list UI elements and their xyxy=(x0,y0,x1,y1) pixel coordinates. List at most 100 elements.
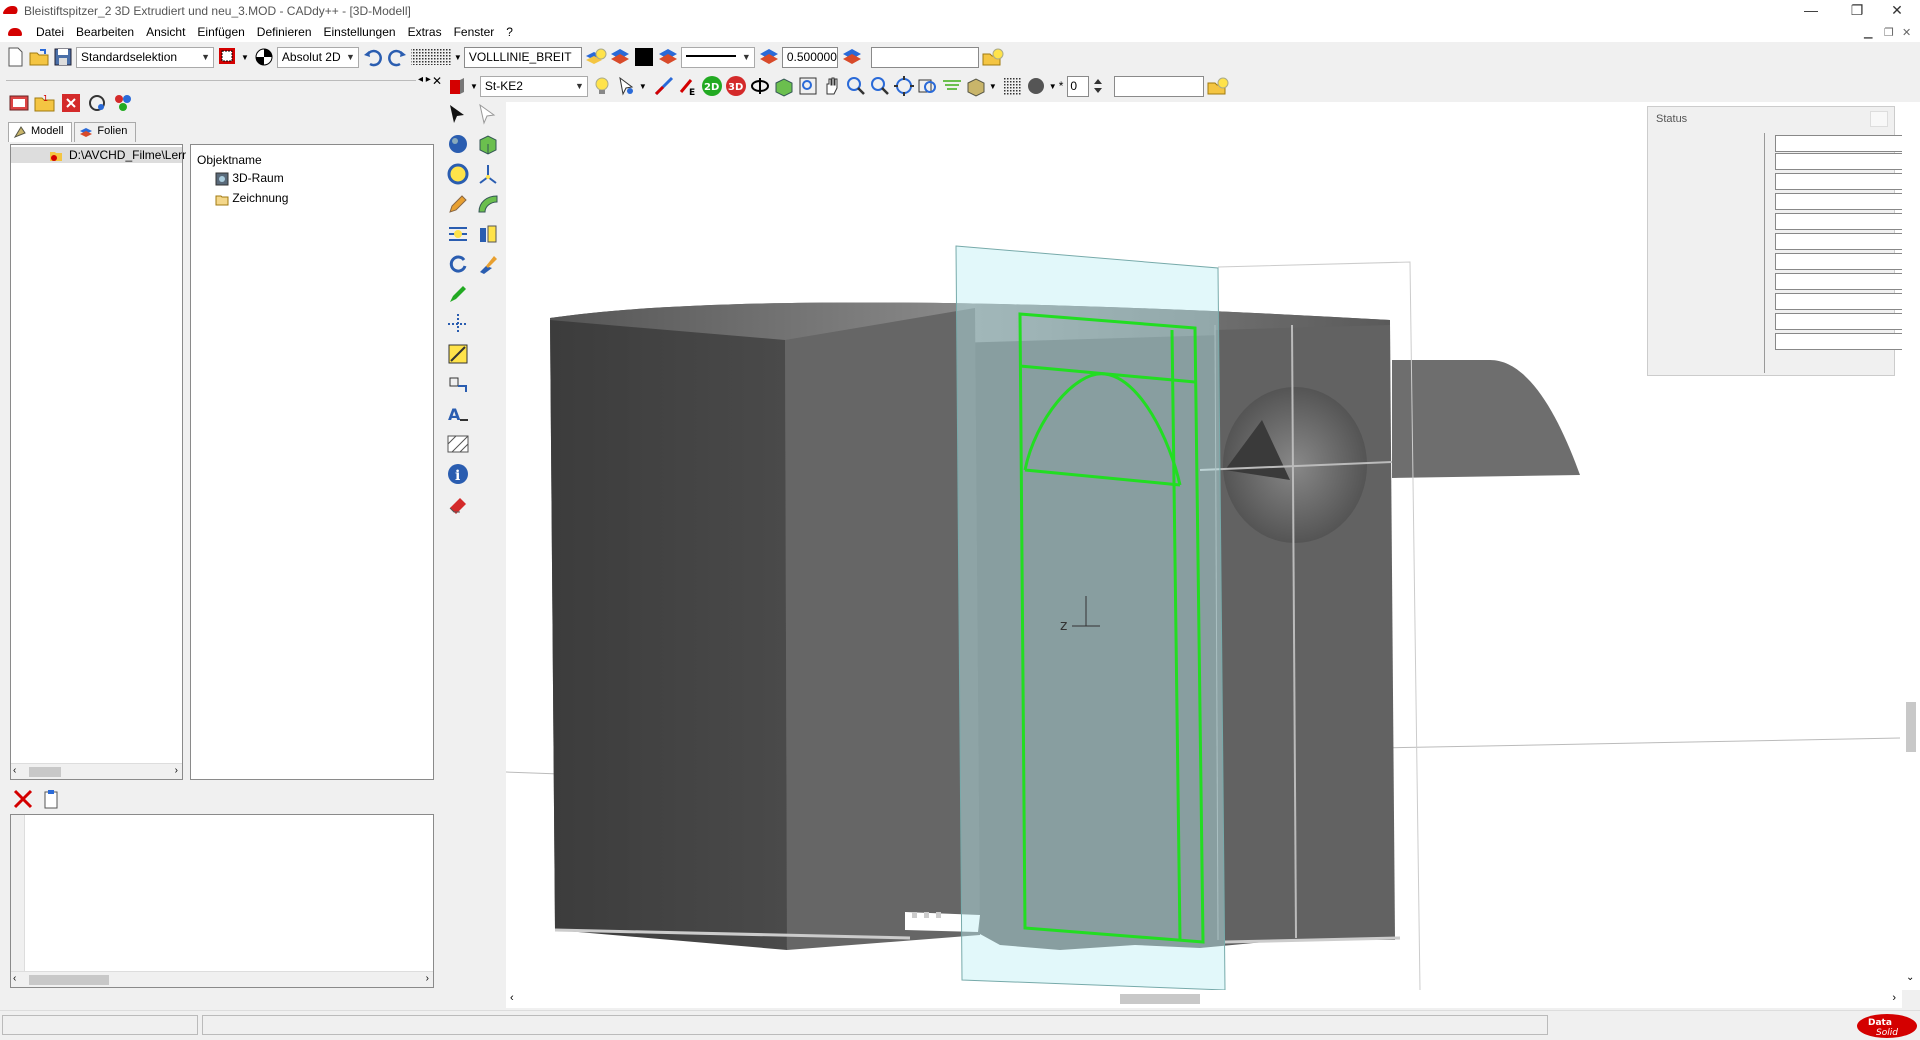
panel-close-icon[interactable]: ✕ xyxy=(432,74,442,88)
dropdown-arrow-icon[interactable]: ▼ xyxy=(470,82,478,91)
layers-icon[interactable] xyxy=(657,46,679,68)
status-close-button[interactable] xyxy=(1870,111,1888,127)
scroll-left-icon[interactable]: ‹ xyxy=(13,973,16,984)
scroll-thumb[interactable] xyxy=(29,767,61,777)
viewport-vertical-scrollbar[interactable]: ⌄ xyxy=(1902,102,1920,990)
material-select[interactable]: St-KE2 ▼ xyxy=(479,75,588,97)
shaded-cube-icon[interactable] xyxy=(965,75,987,97)
select-3d-arrow-icon[interactable] xyxy=(476,102,500,126)
folder-list-icon[interactable]: 1 xyxy=(34,92,56,114)
view-2d-icon[interactable]: 2D xyxy=(701,75,723,97)
lightbulb-icon[interactable] xyxy=(591,75,613,97)
hatch-pattern-icon[interactable] xyxy=(1001,75,1023,97)
menu-ansicht[interactable]: Ansicht xyxy=(140,25,191,39)
line-type-field[interactable]: VOLLLINIE_BREIT xyxy=(463,46,582,68)
delete-cross-icon[interactable] xyxy=(12,788,34,810)
toolbar-text-field[interactable] xyxy=(870,46,979,68)
extrude-icon[interactable] xyxy=(476,222,500,246)
dimension-tool-icon[interactable] xyxy=(446,372,470,396)
axis-3d-icon[interactable] xyxy=(476,162,500,186)
line-pen-icon[interactable] xyxy=(446,282,470,306)
edit-line-icon[interactable] xyxy=(653,75,675,97)
mdi-close-button[interactable]: ✕ xyxy=(1902,26,1911,39)
measure-tool-icon[interactable] xyxy=(446,342,470,366)
coordinate-mode-select[interactable]: Absolut 2D ▼ xyxy=(276,46,359,68)
properties-horizontal-scrollbar[interactable]: ‹ › xyxy=(11,971,433,987)
selection-mode-select[interactable]: Standardselektion ▼ xyxy=(76,46,214,68)
view-cube-icon[interactable] xyxy=(773,75,795,97)
delete-icon[interactable] xyxy=(60,92,82,114)
material-brush-icon[interactable] xyxy=(476,252,500,276)
dropdown-arrow-icon[interactable]: ▼ xyxy=(1049,82,1057,91)
mdi-restore-button[interactable]: ❐ xyxy=(1884,26,1894,39)
crosshair-icon[interactable] xyxy=(446,312,470,336)
scroll-down-icon[interactable]: ⌄ xyxy=(1906,972,1914,983)
menu-datei[interactable]: Datei xyxy=(30,25,70,39)
zoom-previous-icon[interactable] xyxy=(917,75,939,97)
scroll-left-icon[interactable]: ‹ xyxy=(510,992,514,1004)
document-menu-icon[interactable] xyxy=(8,28,22,36)
tab-folien[interactable]: Folien xyxy=(74,122,137,142)
close-button[interactable]: ✕ xyxy=(1874,0,1920,22)
pointer-tool-icon[interactable] xyxy=(615,75,637,97)
object-item-zeichnung[interactable]: Zeichnung xyxy=(215,191,288,206)
hatch-tool-icon[interactable] xyxy=(446,432,470,456)
redo-icon[interactable] xyxy=(386,46,408,68)
open-folder-icon[interactable] xyxy=(28,46,50,68)
zoom-all-icon[interactable] xyxy=(893,75,915,97)
dropdown-arrow-icon[interactable]: ▼ xyxy=(241,53,249,62)
color-swatch-black[interactable] xyxy=(634,48,653,66)
working-plane[interactable] xyxy=(955,245,1226,990)
new-file-icon[interactable] xyxy=(4,46,26,68)
coordinate-origin-icon[interactable] xyxy=(253,46,275,68)
line-width-field[interactable]: 0.500000 xyxy=(781,46,838,68)
scroll-right-icon[interactable]: › xyxy=(1892,992,1896,1004)
info-icon[interactable]: i xyxy=(446,462,470,486)
box-3d-icon[interactable] xyxy=(476,132,500,156)
menu-definieren[interactable]: Definieren xyxy=(251,25,318,39)
menu-help[interactable]: ? xyxy=(500,25,519,39)
sphere-icon[interactable] xyxy=(1025,75,1047,97)
menu-einfuegen[interactable]: Einfügen xyxy=(191,25,250,39)
select-arrow-icon[interactable] xyxy=(446,102,470,126)
scroll-thumb[interactable] xyxy=(1906,702,1916,752)
tree-horizontal-scrollbar[interactable]: ‹ › xyxy=(11,763,182,779)
trim-tool-icon[interactable] xyxy=(446,222,470,246)
pan-hand-icon[interactable] xyxy=(821,75,843,97)
eraser-icon[interactable] xyxy=(446,492,470,516)
menu-bearbeiten[interactable]: Bearbeiten xyxy=(70,25,140,39)
sweep-icon[interactable] xyxy=(476,192,500,216)
refresh-search-icon[interactable] xyxy=(86,92,108,114)
rotate-view-icon[interactable] xyxy=(749,75,771,97)
edit-e-icon[interactable]: E xyxy=(677,75,699,97)
viewport-horizontal-scrollbar[interactable]: ‹ › xyxy=(506,990,1902,1008)
text-tool-icon[interactable]: A xyxy=(446,402,470,426)
section-view-icon[interactable] xyxy=(941,75,963,97)
color-palette-icon[interactable] xyxy=(112,92,134,114)
panel-pin-icon[interactable]: ◂ ▸ xyxy=(418,74,431,85)
model-manager-icon[interactable] xyxy=(8,92,30,114)
toolbar2-text-field[interactable] xyxy=(1114,75,1205,97)
menu-einstellungen[interactable]: Einstellungen xyxy=(318,25,402,39)
circle-tool-icon[interactable] xyxy=(446,162,470,186)
sphere-tool-icon[interactable] xyxy=(446,132,470,156)
zoom-window-icon[interactable] xyxy=(797,75,819,97)
object-item-3d-raum[interactable]: 3D-Raum xyxy=(215,171,284,186)
dropdown-arrow-icon[interactable]: ▼ xyxy=(989,82,997,91)
dropdown-arrow-icon[interactable]: ▼ xyxy=(454,53,462,62)
dropdown-arrow-icon[interactable]: ▼ xyxy=(639,82,647,91)
folder-bulb-icon[interactable] xyxy=(1207,75,1229,97)
line-style-select[interactable]: ▼ xyxy=(680,46,755,68)
scroll-left-icon[interactable]: ‹ xyxy=(13,765,16,776)
step-value-field[interactable]: 0 xyxy=(1067,75,1090,97)
tab-modell[interactable]: Modell xyxy=(8,122,73,142)
layers-icon[interactable] xyxy=(758,46,780,68)
scroll-right-icon[interactable]: › xyxy=(426,973,429,984)
mdi-minimize-button[interactable]: ▁ xyxy=(1864,26,1872,39)
snap-star-icon[interactable]: * xyxy=(1059,79,1064,93)
layer-bulb-icon[interactable] xyxy=(585,46,607,68)
minimize-button[interactable]: — xyxy=(1788,0,1834,22)
tree-item-path[interactable]: D:\AVCHD_Filme\Lerr xyxy=(11,147,186,163)
grid-pattern-icon[interactable] xyxy=(410,46,452,68)
menu-fenster[interactable]: Fenster xyxy=(448,25,501,39)
